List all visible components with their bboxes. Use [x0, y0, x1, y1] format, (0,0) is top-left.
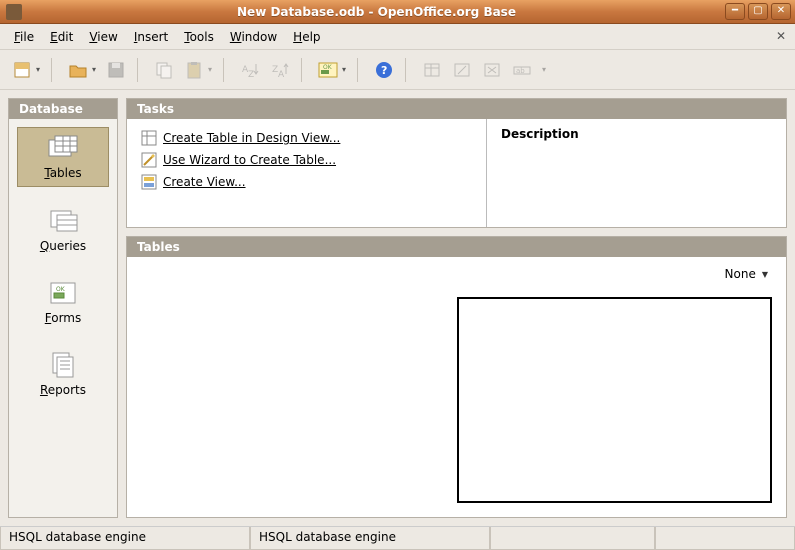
preview-box — [457, 297, 772, 503]
menu-edit[interactable]: Edit — [42, 27, 81, 47]
svg-text:ab: ab — [516, 67, 525, 75]
tasks-body: Create Table in Design View... Use Wizar… — [127, 119, 786, 227]
description-header: Description — [501, 127, 772, 141]
menubar: File Edit View Insert Tools Window Help … — [0, 24, 795, 50]
toolbar: ▾ ▾ ▾ AZ ZA OK ▾ ? — [0, 50, 795, 90]
sidebar-item-label: Queries — [40, 239, 86, 253]
menu-insert[interactable]: Insert — [126, 27, 176, 47]
open-dropdown[interactable]: ▾ — [90, 65, 98, 74]
titlebar: New Database.odb - OpenOffice.org Base ━… — [0, 0, 795, 24]
menu-insert-label: nsert — [137, 30, 168, 44]
sort-asc-button[interactable]: AZ — [238, 58, 262, 82]
rename-button[interactable]: ab — [510, 58, 534, 82]
task-create-view[interactable]: Create View... — [141, 173, 472, 191]
database-panel: Database Tables Queries OK Forms — [8, 98, 118, 518]
maximize-button[interactable]: ▢ — [748, 3, 768, 20]
menu-view[interactable]: View — [81, 27, 125, 47]
task-label: Create View... — [163, 175, 246, 189]
queries-icon — [45, 207, 81, 237]
minimize-button[interactable]: ━ — [725, 3, 745, 20]
sidebar-item-label: Reports — [40, 383, 86, 397]
svg-text:?: ? — [381, 64, 387, 77]
copy-button[interactable] — [152, 58, 176, 82]
preview-mode-label: None — [725, 267, 756, 281]
menu-window[interactable]: Window — [222, 27, 285, 47]
open-button[interactable] — [66, 58, 90, 82]
close-button[interactable]: ✕ — [771, 3, 791, 20]
form-dropdown[interactable]: ▾ — [340, 65, 348, 74]
help-button[interactable]: ? — [372, 58, 396, 82]
tables-panel: Tables None ▼ — [126, 236, 787, 518]
new-button[interactable] — [10, 58, 34, 82]
tables-icon — [45, 134, 81, 164]
database-panel-body: Tables Queries OK Forms Reports — [9, 119, 117, 517]
sidebar-item-forms[interactable]: OK Forms — [17, 273, 109, 331]
view-icon — [141, 174, 157, 190]
paste-button[interactable] — [182, 58, 206, 82]
menu-tools[interactable]: Tools — [176, 27, 222, 47]
sidebar-item-tables[interactable]: Tables — [17, 127, 109, 187]
forms-icon: OK — [45, 279, 81, 309]
toolbar-separator — [405, 58, 411, 82]
svg-text:OK: OK — [56, 286, 66, 293]
window-controls: ━ ▢ ✕ — [725, 3, 791, 20]
menu-tools-label: ools — [190, 30, 214, 44]
menu-view-label: iew — [97, 30, 118, 44]
statusbar: HSQL database engine HSQL database engin… — [0, 526, 795, 550]
menu-file[interactable]: File — [6, 27, 42, 47]
delete-button[interactable] — [480, 58, 504, 82]
task-description-pane: Description — [486, 119, 786, 227]
menu-edit-label: dit — [58, 30, 74, 44]
task-create-table-design[interactable]: Create Table in Design View... — [141, 129, 472, 147]
preview-mode-selector[interactable]: None ▼ — [725, 267, 768, 281]
toolbar-overflow[interactable]: ▾ — [540, 65, 548, 74]
task-label: Use Wizard to Create Table... — [163, 153, 336, 167]
sidebar-item-label: Forms — [45, 311, 82, 325]
save-button[interactable] — [104, 58, 128, 82]
close-document-button[interactable]: ✕ — [773, 29, 789, 45]
reports-icon — [45, 351, 81, 381]
paste-dropdown[interactable]: ▾ — [206, 65, 214, 74]
toolbar-separator — [137, 58, 143, 82]
dropdown-icon: ▼ — [762, 270, 768, 279]
status-cell-4 — [655, 527, 795, 550]
edit-button[interactable] — [450, 58, 474, 82]
tasks-panel: Tasks Create Table in Design View... Use… — [126, 98, 787, 228]
svg-text:Z: Z — [248, 70, 254, 80]
tasks-list: Create Table in Design View... Use Wizar… — [127, 119, 486, 227]
task-label: Create Table in Design View... — [163, 131, 340, 145]
app-icon — [6, 4, 22, 20]
status-cell-2: HSQL database engine — [250, 527, 490, 550]
menu-help[interactable]: Help — [285, 27, 328, 47]
tables-panel-header: Tables — [127, 237, 786, 257]
sidebar-item-reports[interactable]: Reports — [17, 345, 109, 403]
main-area: Database Tables Queries OK Forms — [0, 90, 795, 526]
toolbar-separator — [51, 58, 57, 82]
menu-window-label: indow — [241, 30, 277, 44]
sidebar-item-queries[interactable]: Queries — [17, 201, 109, 259]
toolbar-separator — [223, 58, 229, 82]
svg-text:A: A — [278, 70, 285, 80]
task-create-table-wizard[interactable]: Use Wizard to Create Table... — [141, 151, 472, 169]
status-cell-3 — [490, 527, 655, 550]
menu-file-label: ile — [20, 30, 34, 44]
sidebar-item-label: Tables — [44, 166, 81, 180]
window-title: New Database.odb - OpenOffice.org Base — [28, 5, 725, 19]
right-column: Tasks Create Table in Design View... Use… — [126, 98, 787, 518]
svg-text:OK: OK — [323, 64, 333, 71]
wizard-icon — [141, 152, 157, 168]
database-panel-header: Database — [9, 99, 117, 119]
menu-help-label: elp — [302, 30, 320, 44]
toolbar-separator — [301, 58, 307, 82]
sort-desc-button[interactable]: ZA — [268, 58, 292, 82]
tables-body: None ▼ — [127, 257, 786, 517]
status-cell-1: HSQL database engine — [0, 527, 250, 550]
new-dropdown[interactable]: ▾ — [34, 65, 42, 74]
tasks-panel-header: Tasks — [127, 99, 786, 119]
design-view-icon — [141, 130, 157, 146]
form-button[interactable]: OK — [316, 58, 340, 82]
toolbar-separator — [357, 58, 363, 82]
table-design-button[interactable] — [420, 58, 444, 82]
